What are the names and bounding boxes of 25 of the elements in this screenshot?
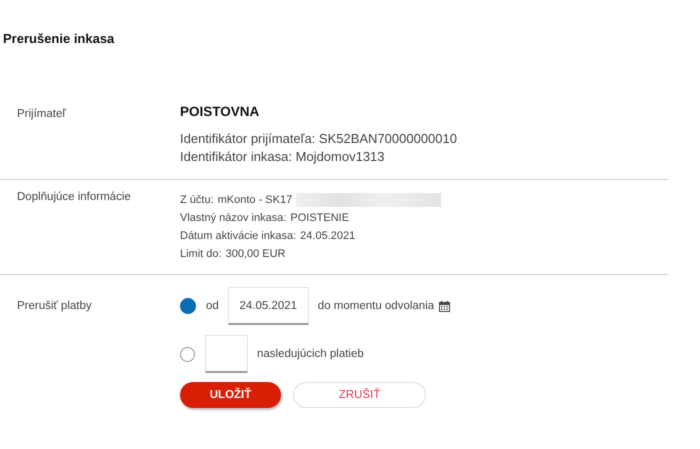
- field-label: Prerušiť platby: [16, 299, 93, 314]
- date-field[interactable]: 24.05.2021: [228, 287, 309, 325]
- detail-label: Limit do:: [180, 247, 222, 262]
- count-field[interactable]: [205, 335, 248, 373]
- recipient-detail: Identifikátor inkasa: Mojdomov1313: [180, 148, 386, 166]
- detail-label: Dátum aktivácie inkasa:: [180, 229, 296, 244]
- detail-label: Vlastný názov inkasa:: [180, 211, 286, 226]
- page-title: Prerušenie inkasa: [3, 31, 116, 46]
- detail-value: mKonto - SK17: [218, 193, 292, 208]
- cancel-button[interactable]: ZRUŠIŤ: [293, 382, 426, 408]
- field-label: Doplňujúce informácie: [16, 191, 132, 205]
- option-label: nasledujúcich platieb: [257, 348, 364, 360]
- detail-value: POISTENIE: [290, 211, 350, 226]
- recipient-name: POISTOVNA: [180, 104, 260, 119]
- option-label: do momentu odvolania: [318, 300, 434, 312]
- recipient-detail: Identifikátor prijímateľa: SK52BAN70000000010: [180, 130, 458, 148]
- detail-label: Z účtu:: [180, 193, 214, 208]
- save-button[interactable]: ULOŽIŤ: [180, 382, 281, 408]
- radio-button[interactable]: [180, 298, 196, 314]
- option-label: od: [206, 300, 219, 312]
- calendar-icon[interactable]: [439, 300, 450, 312]
- field-label: Prijímateľ: [16, 107, 67, 122]
- radio-button[interactable]: [180, 346, 195, 362]
- detail-value: 24.05.2021: [300, 229, 356, 244]
- detail-value: 300,00 EUR: [226, 247, 286, 262]
